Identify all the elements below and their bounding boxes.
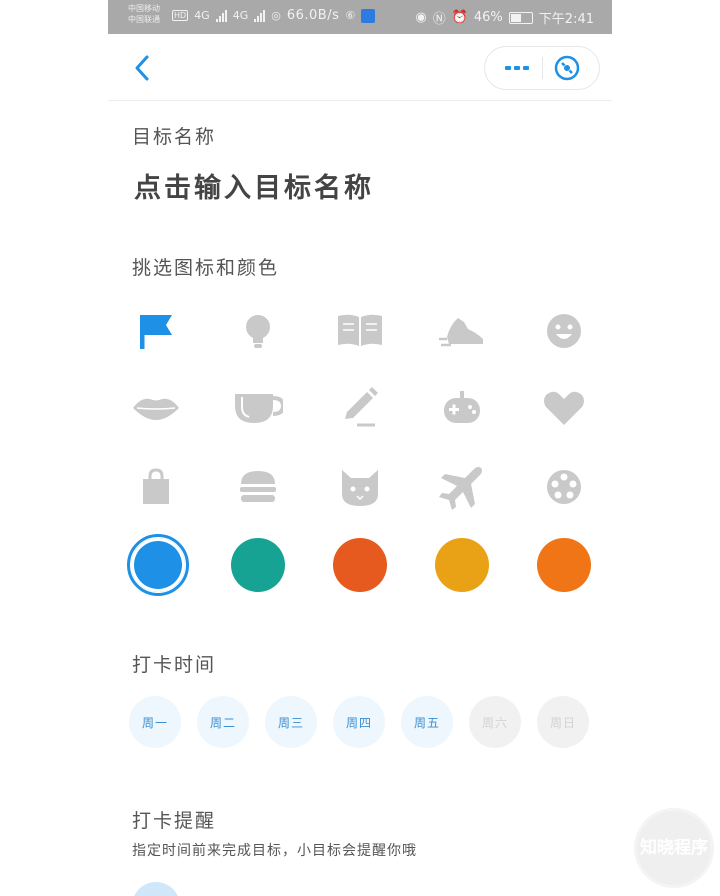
icon-option-film-reel[interactable]	[539, 462, 589, 512]
day-chip-sun[interactable]: 周日	[537, 696, 589, 748]
burger-icon	[240, 471, 276, 502]
icon-option-flag[interactable]	[131, 306, 181, 356]
day-chip-mon[interactable]: 周一	[129, 696, 181, 748]
alarm-icon: ⏰	[451, 10, 468, 25]
signal-icon	[215, 9, 227, 22]
film-reel-icon	[547, 470, 581, 504]
icon-option-pencil[interactable]	[335, 383, 385, 433]
reminder-toggle-chip[interactable]	[132, 882, 180, 896]
chevron-left-icon	[135, 55, 149, 81]
checkin-time-label: 打卡时间	[132, 654, 217, 676]
icon-color-label: 挑选图标和颜色	[132, 257, 280, 279]
app-notification-icon	[361, 8, 376, 23]
color-swatch-blue[interactable]	[127, 534, 189, 596]
carrier-1: 中国移动	[128, 4, 160, 13]
clock: 下午2:41	[538, 12, 594, 27]
icon-option-airplane[interactable]	[437, 462, 487, 512]
close-button[interactable]	[553, 54, 581, 82]
color-swatch-amber[interactable]	[435, 538, 489, 592]
network-type-2: 4G	[232, 9, 249, 22]
reminder-label: 打卡提醒	[132, 810, 217, 832]
capsule-divider	[542, 57, 543, 79]
network-speed: 66.0B/s	[286, 8, 340, 23]
hd-badge: HD	[172, 10, 189, 21]
cup-icon	[235, 394, 283, 423]
lightbulb-icon	[246, 315, 270, 348]
gamepad-icon	[444, 391, 480, 423]
running-shoe-icon	[439, 318, 483, 347]
icon-option-cat[interactable]	[335, 462, 385, 512]
day-chip-sat[interactable]: 周六	[469, 696, 521, 748]
color-swatch-red-orange[interactable]	[333, 538, 387, 592]
left-gutter	[0, 0, 108, 896]
day-chip-wed[interactable]: 周三	[265, 696, 317, 748]
back-button[interactable]	[130, 54, 156, 82]
phone-screen: 中国移动 中国联通 HD 4G 4G ◎ 66.0B/s ⑥ ◉ Ⓝ ⏰ 46%…	[108, 0, 612, 896]
day-chip-tue[interactable]: 周二	[197, 696, 249, 748]
flag-icon	[140, 315, 172, 349]
icon-option-bag[interactable]	[131, 462, 181, 512]
more-dots-icon	[505, 66, 529, 70]
airplane-icon	[439, 466, 483, 510]
network-type-1: 4G	[194, 9, 210, 22]
close-circle-icon	[554, 55, 580, 81]
nfc-icon: Ⓝ	[432, 12, 446, 27]
icon-option-book[interactable]	[335, 306, 385, 356]
heart-icon	[544, 391, 584, 425]
signal-icon	[254, 9, 266, 22]
battery-icon	[508, 11, 533, 24]
spiral-app-icon: ⑥	[345, 9, 356, 22]
status-left-icons: HD 4G 4G ◎ 66.0B/s ⑥	[172, 8, 376, 23]
name-label: 目标名称	[132, 126, 217, 148]
day-chip-fri[interactable]: 周五	[401, 696, 453, 748]
carrier-2: 中国联通	[128, 15, 160, 24]
cat-icon	[342, 470, 378, 506]
icon-option-burger[interactable]	[233, 462, 283, 512]
carrier-names: 中国移动 中国联通	[128, 3, 160, 25]
nav-header	[108, 34, 612, 101]
pencil-icon	[345, 387, 378, 427]
icon-option-lightbulb[interactable]	[233, 306, 283, 356]
book-icon	[338, 314, 382, 346]
icon-option-smile[interactable]	[539, 306, 589, 356]
status-right-icons: ◉ Ⓝ ⏰ 46% 下午2:41	[415, 8, 594, 27]
mini-program-capsule	[484, 46, 600, 90]
icon-option-shoe[interactable]	[437, 306, 487, 356]
right-gutter	[612, 0, 720, 896]
smile-icon	[547, 314, 581, 348]
icon-option-lips[interactable]	[131, 383, 181, 433]
icon-option-heart[interactable]	[539, 383, 589, 433]
status-bar: 中国移动 中国联通 HD 4G 4G ◎ 66.0B/s ⑥ ◉ Ⓝ ⏰ 46%…	[108, 0, 612, 34]
eye-icon: ◉	[415, 10, 427, 25]
color-swatch-teal[interactable]	[231, 538, 285, 592]
icon-option-gamepad[interactable]	[437, 383, 487, 433]
lips-icon	[133, 398, 179, 420]
more-button[interactable]	[499, 57, 535, 79]
goal-name-input[interactable]: 点击输入目标名称	[134, 166, 374, 205]
color-swatch-orange[interactable]	[537, 538, 591, 592]
battery-percent: 46%	[473, 10, 503, 25]
wifi-icon: ◎	[271, 9, 281, 22]
reminder-description: 指定时间前来完成目标，小目标会提醒你哦	[132, 843, 417, 859]
watermark-logo: 知晓程序	[634, 808, 714, 888]
day-chip-thu[interactable]: 周四	[333, 696, 385, 748]
icon-option-cup[interactable]	[233, 383, 283, 433]
shopping-bag-icon	[143, 468, 169, 504]
